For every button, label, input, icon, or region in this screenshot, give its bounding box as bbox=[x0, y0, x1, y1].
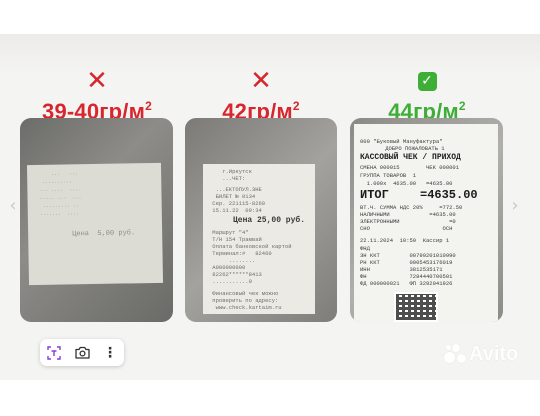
receipt-line: ...........0 bbox=[209, 278, 252, 285]
receipt-line: 1.000x 4635.00 =4635.00 bbox=[360, 180, 453, 187]
receipt-line: СНО ОСН bbox=[360, 225, 453, 232]
receipt-line: ......... .. bbox=[33, 202, 88, 210]
receipt-line: ...ЕКТОПУЛ.ЗНЕ bbox=[209, 186, 262, 193]
receipt-line: Маршрут "4" bbox=[209, 229, 249, 236]
scan-text-icon bbox=[47, 345, 61, 360]
receipt-line: 15.11.22 09:34 bbox=[209, 207, 262, 214]
receipt-line: 000 "Буковый Мануфактура" bbox=[360, 138, 443, 145]
receipt-line: ........ bbox=[209, 257, 266, 264]
receipt-line: НАЛИЧНЫМИ =4635.00 bbox=[360, 211, 456, 218]
receipt-line: ДОБРО ПОЖАЛОВАТЬ 1 bbox=[372, 145, 445, 152]
receipt-line: ВТ.Ч. СУММА НДС 20% =772.50 bbox=[360, 204, 463, 211]
comparison-column-3: ✓ 44гр/м2 bbox=[347, 70, 507, 125]
receipt-photo-1: ... ... .......... ... .... .... ..... .… bbox=[20, 118, 173, 322]
receipt-line: БИЛЕТ № 0134 bbox=[209, 193, 256, 200]
receipt-line: ... .... .... bbox=[33, 186, 88, 194]
receipt-line: ФНД bbox=[360, 245, 370, 252]
comparison-column-2: ✕ 42гр/м2 bbox=[181, 66, 341, 125]
check-icon: ✓ bbox=[417, 71, 437, 91]
receipt-line: ЭЛЕКТРОННЫМИ =0 bbox=[360, 218, 456, 225]
receipt-line: А000000000 bbox=[209, 264, 246, 271]
receipt-photo-2: г.Иркутск ...ЧЕТ: ...ЕКТОПУЛ.ЗНЕ БИЛЕТ №… bbox=[185, 118, 337, 322]
receipt-line: ....... .... bbox=[33, 210, 88, 218]
receipt-line: www.check.kartaim.ru bbox=[209, 304, 282, 311]
cross-icon: ✕ bbox=[250, 66, 272, 96]
receipt-photo-3: 000 "Буковый Мануфактура" ДОБРО ПОЖАЛОВА… bbox=[350, 118, 503, 322]
receipt-line: РН ККТ 0005453176019 bbox=[360, 259, 453, 266]
receipt-line: ...ЧЕТ: bbox=[209, 175, 246, 182]
receipt-line: Терминал:# 82460 bbox=[209, 250, 272, 257]
prev-image-arrow[interactable]: ‹ bbox=[6, 196, 20, 216]
scan-text-button[interactable] bbox=[40, 339, 68, 366]
camera-icon bbox=[74, 346, 90, 359]
receipt-line: Сер. 221115-8260 bbox=[209, 200, 266, 207]
receipt-line: проверить по адресу: bbox=[209, 297, 279, 304]
receipt-line: СМЕНА 000015 ЧЕК 000001 bbox=[360, 164, 460, 171]
more-options-button[interactable]: ⋮ bbox=[96, 339, 124, 366]
receipt-title: КАССОВЫЙ ЧЕК / ПРИХОД bbox=[360, 153, 461, 162]
image-toolbar: ⋮ bbox=[40, 339, 124, 366]
receipt-paper: ... ... .......... ... .... .... ..... .… bbox=[26, 162, 164, 286]
next-image-arrow[interactable]: › bbox=[508, 196, 522, 216]
receipt-price: Цена 5,00 руб. bbox=[72, 229, 136, 239]
bottom-bar bbox=[0, 380, 540, 416]
receipt-line: ФН 7284440700501 bbox=[360, 273, 453, 280]
receipt-line: Оплата банковской картой bbox=[209, 243, 292, 250]
cross-icon: ✕ bbox=[86, 66, 108, 96]
camera-button[interactable] bbox=[68, 339, 96, 366]
receipt-line: г.Иркутск bbox=[209, 168, 252, 175]
top-bar bbox=[0, 0, 540, 34]
receipt-paper: 000 "Буковый Мануфактура" ДОБРО ПОЖАЛОВА… bbox=[354, 124, 498, 322]
receipt-line: Финансовый чек можно bbox=[209, 290, 279, 297]
receipt-total-label: ИТОГ bbox=[360, 188, 389, 202]
receipt-line: ЗН ККТ 00799201010990 bbox=[360, 252, 456, 259]
receipt-line: ИНН 3812535171 bbox=[360, 266, 443, 273]
comparison-column-1: ✕ 39-40гр/м2 bbox=[17, 66, 177, 125]
more-icon: ⋮ bbox=[103, 344, 117, 361]
receipt-line: 22.11.2024 10:59 Кассир 1 bbox=[360, 237, 450, 244]
receipt-line: ГРУППА ТОВАРОВ 1 bbox=[360, 172, 417, 179]
receipt-line: ... ... bbox=[33, 170, 88, 178]
receipt-paper: г.Иркутск ...ЧЕТ: ...ЕКТОПУЛ.ЗНЕ БИЛЕТ №… bbox=[203, 164, 315, 314]
avito-watermark: Avito bbox=[444, 342, 518, 366]
receipt-line: Т/Н 154 Трамвай bbox=[209, 236, 262, 243]
avito-logo-text: Avito bbox=[469, 342, 519, 365]
receipt-line: 82262******8413 bbox=[209, 271, 262, 278]
receipt-line: .......... bbox=[33, 178, 85, 186]
qr-code-icon bbox=[396, 294, 436, 320]
avito-logo-icon bbox=[444, 343, 466, 365]
receipt-price: Цена 25,00 руб. bbox=[233, 216, 306, 225]
receipt-line: ФД 000000021 ФП 3292041926 bbox=[360, 280, 453, 287]
receipt-line: ..... ... ... bbox=[33, 194, 88, 202]
receipt-total-value: =4635.00 bbox=[420, 188, 478, 202]
